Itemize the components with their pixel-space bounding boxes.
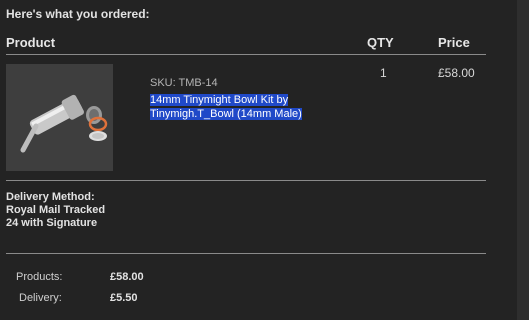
item-divider — [6, 180, 486, 181]
delivery-method: Delivery Method: Royal Mail Tracked 24 w… — [6, 191, 106, 229]
product-sku: SKU: TMB-14 — [150, 77, 218, 89]
product-name[interactable]: 14mm Tinymight Bowl Kit by Tinymigh.T_Bo… — [150, 93, 325, 121]
bowl-kit-photo-icon — [6, 64, 113, 171]
column-header-price: Price — [438, 35, 470, 50]
order-intro-heading: Here's what you ordered: — [6, 7, 150, 21]
totals-delivery-value: £5.50 — [110, 292, 138, 304]
column-header-qty: QTY — [367, 35, 394, 50]
totals-products-value: £58.00 — [110, 271, 144, 283]
product-image — [6, 64, 113, 171]
totals-divider — [6, 253, 486, 254]
column-header-product: Product — [6, 35, 56, 50]
totals-products-label: Products: — [16, 271, 63, 283]
product-name-text: 14mm Tinymight Bowl Kit by Tinymigh.T_Bo… — [150, 94, 302, 120]
item-price: £58.00 — [438, 66, 475, 80]
scrollbar[interactable] — [517, 0, 529, 320]
header-divider — [6, 54, 486, 55]
item-quantity: 1 — [380, 66, 387, 80]
totals-delivery-label: Delivery: — [19, 292, 62, 304]
